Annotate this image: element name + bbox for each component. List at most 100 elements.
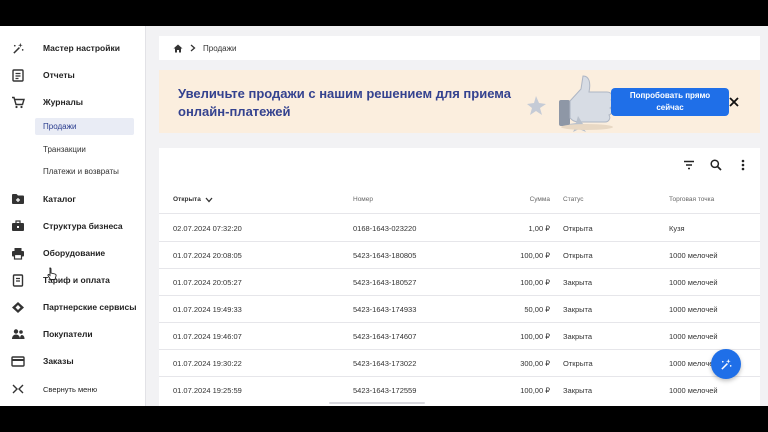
table-row[interactable]: 02.07.2024 07:32:20 0168-1643-023220 1,0… bbox=[159, 215, 760, 242]
sidebar-item-label: Оборудование bbox=[43, 248, 106, 258]
cell-sum: 100,00 ₽ bbox=[520, 251, 550, 260]
cell-status: Закрыта bbox=[563, 278, 593, 287]
setup-wizard-fab[interactable] bbox=[711, 349, 741, 379]
close-icon[interactable] bbox=[727, 95, 741, 109]
sidebar-item-label: Заказы bbox=[43, 356, 74, 366]
column-header-opened[interactable]: Открыта bbox=[173, 196, 213, 203]
cell-date: 01.07.2024 19:30:22 bbox=[173, 359, 242, 368]
sidebar-item-label: Журналы bbox=[43, 97, 84, 107]
sales-table-card: Открыта Номер Сумма Статус Торговая точк… bbox=[159, 148, 760, 406]
sidebar-subitem-transactions[interactable]: Транзакции bbox=[35, 141, 134, 158]
sidebar-item-equipment[interactable]: Оборудование bbox=[0, 241, 146, 265]
cell-store: 1000 мелочей bbox=[669, 386, 718, 395]
table-header: Открыта Номер Сумма Статус Торговая точк… bbox=[159, 186, 760, 214]
cell-status: Закрыта bbox=[563, 305, 593, 314]
sidebar-subitem-payments-refunds[interactable]: Платежи и возвраты bbox=[35, 163, 134, 180]
cell-date: 01.07.2024 19:46:07 bbox=[173, 332, 242, 341]
receipt-icon bbox=[11, 273, 25, 287]
more-vert-icon[interactable] bbox=[735, 157, 751, 173]
promo-banner: Увеличьте продажи с нашим решением для п… bbox=[159, 70, 760, 133]
column-header-store[interactable]: Торговая точка bbox=[669, 196, 714, 203]
collapse-menu-button[interactable]: Свернуть меню bbox=[0, 377, 146, 401]
magic-wand-icon bbox=[720, 358, 733, 371]
briefcase-icon bbox=[11, 219, 25, 233]
sidebar-item-label: Каталог bbox=[43, 194, 76, 204]
cell-store: 1000 мелочей bbox=[669, 305, 718, 314]
cell-sum: 100,00 ₽ bbox=[520, 278, 550, 287]
column-header-status[interactable]: Статус bbox=[563, 196, 584, 203]
cell-number: 5423-1643-174933 bbox=[353, 305, 417, 314]
cell-status: Закрыта bbox=[563, 332, 593, 341]
app-window: Мастер настройки Отчеты Журналы Продажи … bbox=[0, 26, 768, 406]
folder-icon bbox=[11, 192, 25, 206]
cell-date: 01.07.2024 20:05:27 bbox=[173, 278, 242, 287]
try-now-button[interactable]: Попробовать прямо сейчас bbox=[611, 88, 729, 116]
sidebar-item-partner-services[interactable]: Партнерские сервисы bbox=[0, 295, 146, 319]
sidebar-item-label: Покупатели bbox=[43, 329, 93, 339]
table-row[interactable]: 01.07.2024 20:08:05 5423-1643-180805 100… bbox=[159, 242, 760, 269]
sidebar-item-label: Мастер настройки bbox=[43, 43, 120, 53]
cell-status: Открыта bbox=[563, 251, 593, 260]
cell-status: Открыта bbox=[563, 224, 593, 233]
sidebar-item-customers[interactable]: Покупатели bbox=[0, 322, 146, 346]
sidebar-item-reports[interactable]: Отчеты bbox=[0, 63, 146, 87]
handshake-icon bbox=[11, 300, 25, 314]
people-icon bbox=[11, 327, 25, 341]
horizontal-scrollbar[interactable] bbox=[329, 402, 425, 404]
sidebar-item-setup-wizard[interactable]: Мастер настройки bbox=[0, 36, 146, 60]
cell-number: 5423-1643-174607 bbox=[353, 332, 417, 341]
magic-wand-icon bbox=[11, 41, 25, 55]
cell-store: 1000 мелочей bbox=[669, 251, 718, 260]
column-header-label: Открыта bbox=[173, 196, 201, 203]
cell-date: 01.07.2024 19:49:33 bbox=[173, 305, 242, 314]
card-icon bbox=[11, 354, 25, 368]
cell-date: 02.07.2024 07:32:20 bbox=[173, 224, 242, 233]
cell-number: 0168-1643-023220 bbox=[353, 224, 417, 233]
cell-sum: 50,00 ₽ bbox=[524, 305, 550, 314]
cell-status: Закрыта bbox=[563, 386, 593, 395]
banner-text: Увеличьте продажи с нашим решением для п… bbox=[178, 86, 511, 119]
cart-icon bbox=[11, 95, 25, 109]
sidebar-item-label: Отчеты bbox=[43, 70, 75, 80]
cell-date: 01.07.2024 20:08:05 bbox=[173, 251, 242, 260]
cell-number: 5423-1643-180527 bbox=[353, 278, 417, 287]
cell-number: 5423-1643-172559 bbox=[353, 386, 417, 395]
cell-number: 5423-1643-173022 bbox=[353, 359, 417, 368]
hand-cursor-icon bbox=[47, 267, 57, 281]
sidebar-item-business-structure[interactable]: Структура бизнеса bbox=[0, 214, 146, 238]
cell-date: 01.07.2024 19:25:59 bbox=[173, 386, 242, 395]
sidebar-item-tariff[interactable]: Тариф и оплата bbox=[0, 268, 146, 292]
sidebar: Мастер настройки Отчеты Журналы Продажи … bbox=[0, 26, 146, 406]
chevron-down-icon bbox=[205, 197, 213, 203]
filter-icon[interactable] bbox=[681, 157, 697, 173]
printer-icon bbox=[11, 246, 25, 260]
cell-sum: 300,00 ₽ bbox=[520, 359, 550, 368]
home-icon[interactable] bbox=[173, 44, 183, 53]
table-row[interactable]: 01.07.2024 19:25:59 5423-1643-172559 100… bbox=[159, 377, 760, 404]
sidebar-item-label: Структура бизнеса bbox=[43, 221, 123, 231]
cell-status: Открыта bbox=[563, 359, 593, 368]
table-row[interactable]: 01.07.2024 20:05:27 5423-1643-180527 100… bbox=[159, 269, 760, 296]
column-header-sum[interactable]: Сумма bbox=[489, 196, 550, 203]
cell-store: 1000 мелочей bbox=[669, 332, 718, 341]
collapse-icon bbox=[11, 382, 25, 396]
sidebar-item-orders[interactable]: Заказы bbox=[0, 349, 146, 373]
cell-sum: 1,00 ₽ bbox=[528, 224, 550, 233]
breadcrumb-current: Продажи bbox=[203, 43, 237, 53]
cell-number: 5423-1643-180805 bbox=[353, 251, 417, 260]
sidebar-item-journals[interactable]: Журналы bbox=[0, 90, 146, 114]
cell-sum: 100,00 ₽ bbox=[520, 332, 550, 341]
chevron-right-icon bbox=[190, 44, 196, 52]
table-row[interactable]: 01.07.2024 19:46:07 5423-1643-174607 100… bbox=[159, 323, 760, 350]
breadcrumb: Продажи bbox=[159, 36, 760, 60]
search-icon[interactable] bbox=[708, 157, 724, 173]
table-row[interactable]: 01.07.2024 19:30:22 5423-1643-173022 300… bbox=[159, 350, 760, 377]
table-row[interactable]: 01.07.2024 19:49:33 5423-1643-174933 50,… bbox=[159, 296, 760, 323]
column-header-number[interactable]: Номер bbox=[353, 196, 373, 203]
sidebar-subitem-sales[interactable]: Продажи bbox=[35, 118, 134, 135]
cell-sum: 100,00 ₽ bbox=[520, 386, 550, 395]
cell-store: 1000 мелочей bbox=[669, 278, 718, 287]
sidebar-item-catalog[interactable]: Каталог bbox=[0, 187, 146, 211]
collapse-menu-label: Свернуть меню bbox=[43, 384, 98, 394]
report-icon bbox=[11, 68, 25, 82]
